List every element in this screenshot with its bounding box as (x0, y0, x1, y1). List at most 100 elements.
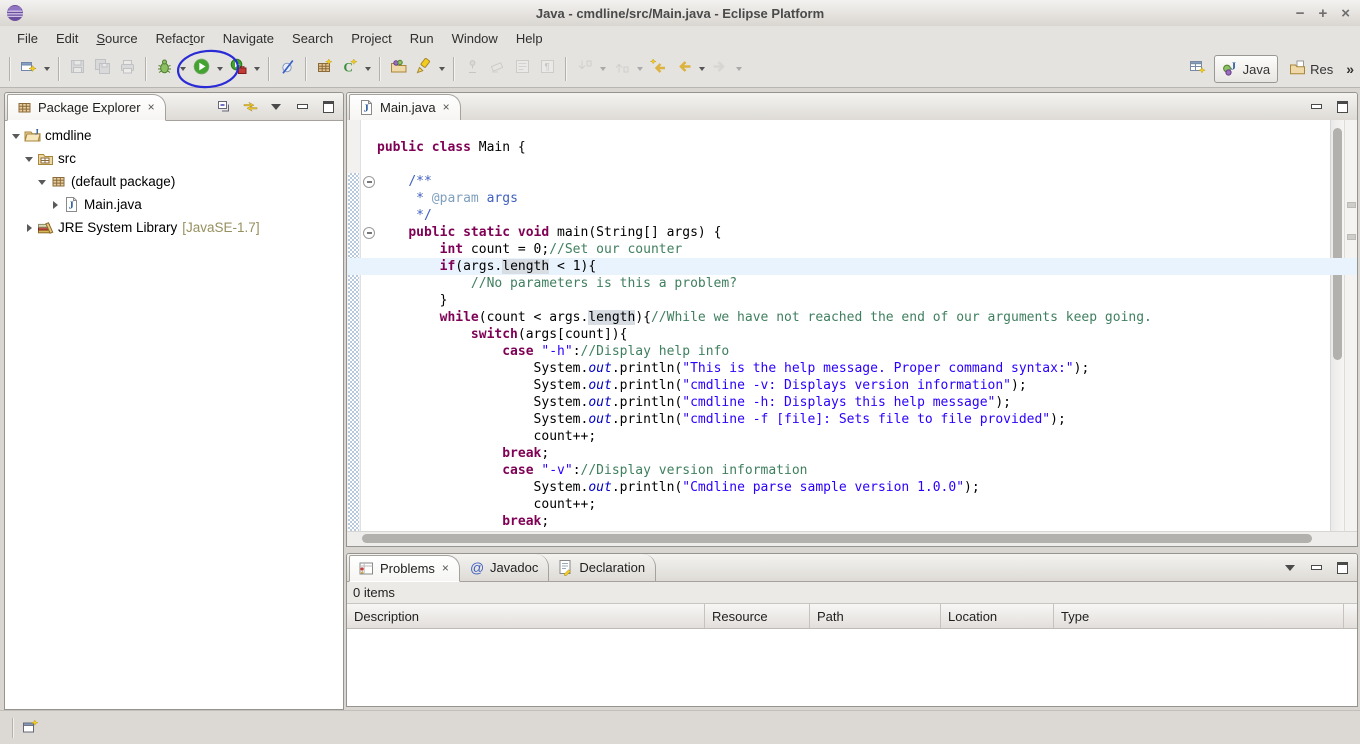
run-button[interactable] (189, 56, 214, 81)
close-icon[interactable]: × (443, 100, 450, 114)
new-java-class-button[interactable]: C (337, 56, 362, 81)
code-line[interactable]: System.out.println("cmdline -h: Displays… (377, 394, 1331, 411)
minimize-view-icon[interactable] (1307, 98, 1325, 116)
expand-arrow-icon[interactable] (24, 223, 34, 233)
open-type-button[interactable] (386, 56, 411, 81)
code-line[interactable]: while(count < args.length){//While we ha… (377, 309, 1331, 326)
code-line[interactable]: public static void main(String[] args) { (377, 224, 1331, 241)
window-close-button[interactable]: × (1341, 6, 1350, 21)
back-dropdown[interactable] (696, 56, 708, 81)
code-line[interactable]: //No parameters is this a problem? (377, 275, 1331, 292)
menu-run[interactable]: Run (401, 28, 443, 49)
tab-declaration[interactable]: Declaration (549, 554, 656, 581)
back-button[interactable] (671, 56, 696, 81)
code-line[interactable]: System.out.println("cmdline -f [file]: S… (377, 411, 1331, 428)
maximize-view-icon[interactable] (1333, 98, 1351, 116)
occurrence-mark[interactable] (1347, 202, 1356, 208)
code-line[interactable]: */ (377, 207, 1331, 224)
run-external-tools-dropdown[interactable] (251, 56, 263, 81)
res-perspective-button[interactable]: Res (1282, 56, 1340, 82)
tab-javadoc[interactable]: @ Javadoc (460, 554, 549, 581)
code-line[interactable]: int count = 0;//Set our counter (377, 241, 1331, 258)
new-wizard-dropdown[interactable] (41, 56, 53, 81)
fold-collapse-icon[interactable] (363, 227, 375, 239)
new-wizard-button[interactable] (16, 56, 41, 81)
collapse-arrow-icon[interactable] (37, 177, 47, 187)
close-icon[interactable]: × (442, 561, 449, 575)
code-line[interactable]: System.out.println("Cmdline parse sample… (377, 479, 1331, 496)
code-line[interactable]: case "-v"://Display version information (377, 462, 1331, 479)
view-menu-icon[interactable] (267, 98, 285, 116)
code-line[interactable]: break; (377, 445, 1331, 462)
run-dropdown[interactable] (214, 56, 226, 81)
editor-horizontal-scrollbar[interactable] (347, 531, 1357, 546)
debug-dropdown[interactable] (177, 56, 189, 81)
menu-navigate[interactable]: Navigate (214, 28, 283, 49)
menu-project[interactable]: Project (342, 28, 400, 49)
code-line[interactable]: /** (377, 173, 1331, 190)
skip-all-breakpoints-button[interactable] (275, 56, 300, 81)
new-java-package-button[interactable] (312, 56, 337, 81)
view-menu-icon[interactable] (1281, 559, 1299, 577)
fold-collapse-icon[interactable] (363, 176, 375, 188)
scrollbar-thumb[interactable] (1333, 128, 1342, 360)
column-header-path[interactable]: Path (810, 604, 941, 628)
menu-search[interactable]: Search (283, 28, 342, 49)
close-icon[interactable]: × (148, 100, 155, 114)
tree-item--default-package-[interactable]: (default package) (5, 170, 343, 193)
code-editor[interactable]: public class Main { /** * @param args */… (377, 120, 1331, 532)
column-header-description[interactable]: Description (347, 604, 705, 628)
menu-edit[interactable]: Edit (47, 28, 87, 49)
code-line-current[interactable]: if(args.length < 1){ (377, 258, 1331, 275)
collapse-all-icon[interactable] (215, 98, 233, 116)
collapse-arrow-icon[interactable] (24, 154, 34, 164)
column-header-type[interactable]: Type (1054, 604, 1344, 628)
code-line[interactable]: case "-h"://Display help info (377, 343, 1331, 360)
problems-table-body[interactable] (347, 629, 1357, 706)
run-external-tools-button[interactable] (226, 56, 251, 81)
window-maximize-button[interactable]: + (1318, 6, 1327, 21)
editor-vertical-ruler[interactable] (347, 120, 361, 532)
tree-item-jre-system-library[interactable]: JRE System Library[JavaSE-1.7] (5, 216, 343, 239)
debug-button[interactable] (152, 56, 177, 81)
code-line[interactable]: } (377, 292, 1331, 309)
java-perspective-button[interactable]: JJava (1214, 55, 1278, 83)
editor-tab-main-java[interactable]: J Main.java × (349, 94, 461, 121)
overview-ruler[interactable] (1344, 120, 1357, 532)
minimize-view-icon[interactable] (293, 98, 311, 116)
code-line[interactable]: count++; (377, 428, 1331, 445)
fast-view-icon[interactable] (22, 719, 40, 737)
link-with-editor-icon[interactable] (241, 98, 259, 116)
maximize-view-icon[interactable] (1333, 559, 1351, 577)
tab-problems[interactable]: Problems× (349, 555, 460, 582)
occurrence-mark[interactable] (1347, 234, 1356, 240)
code-line[interactable]: switch(args[count]){ (377, 326, 1331, 343)
code-line[interactable]: break; (377, 513, 1331, 530)
menu-help[interactable]: Help (507, 28, 552, 49)
code-line[interactable] (377, 156, 1331, 173)
code-line[interactable]: * @param args (377, 190, 1331, 207)
scrollbar-thumb[interactable] (362, 534, 1311, 543)
column-header-location[interactable]: Location (941, 604, 1054, 628)
new-java-class-dropdown[interactable] (362, 56, 374, 81)
search-button[interactable] (411, 56, 436, 81)
expand-arrow-icon[interactable] (50, 200, 60, 210)
open-perspective-button[interactable] (1185, 57, 1210, 82)
maximize-view-icon[interactable] (319, 98, 337, 116)
search-dropdown[interactable] (436, 56, 448, 81)
code-line[interactable]: count++; (377, 496, 1331, 513)
editor-vertical-scrollbar[interactable] (1330, 120, 1345, 532)
collapse-arrow-icon[interactable] (11, 131, 21, 141)
minimize-view-icon[interactable] (1307, 559, 1325, 577)
toolbar-overflow-chevron[interactable]: » (1346, 61, 1354, 77)
tree-item-main-java[interactable]: JMain.java (5, 193, 343, 216)
menu-source[interactable]: Source (87, 28, 146, 49)
package-explorer-tab[interactable]: Package Explorer × (7, 94, 166, 121)
menu-file[interactable]: File (8, 28, 47, 49)
back-to-last-edit-button[interactable] (646, 56, 671, 81)
code-line[interactable]: System.out.println("cmdline -v: Displays… (377, 377, 1331, 394)
tree-item-cmdline[interactable]: Jcmdline (5, 124, 343, 147)
tree-item-src[interactable]: src (5, 147, 343, 170)
code-line[interactable]: public class Main { (377, 139, 1331, 156)
menu-window[interactable]: Window (443, 28, 507, 49)
